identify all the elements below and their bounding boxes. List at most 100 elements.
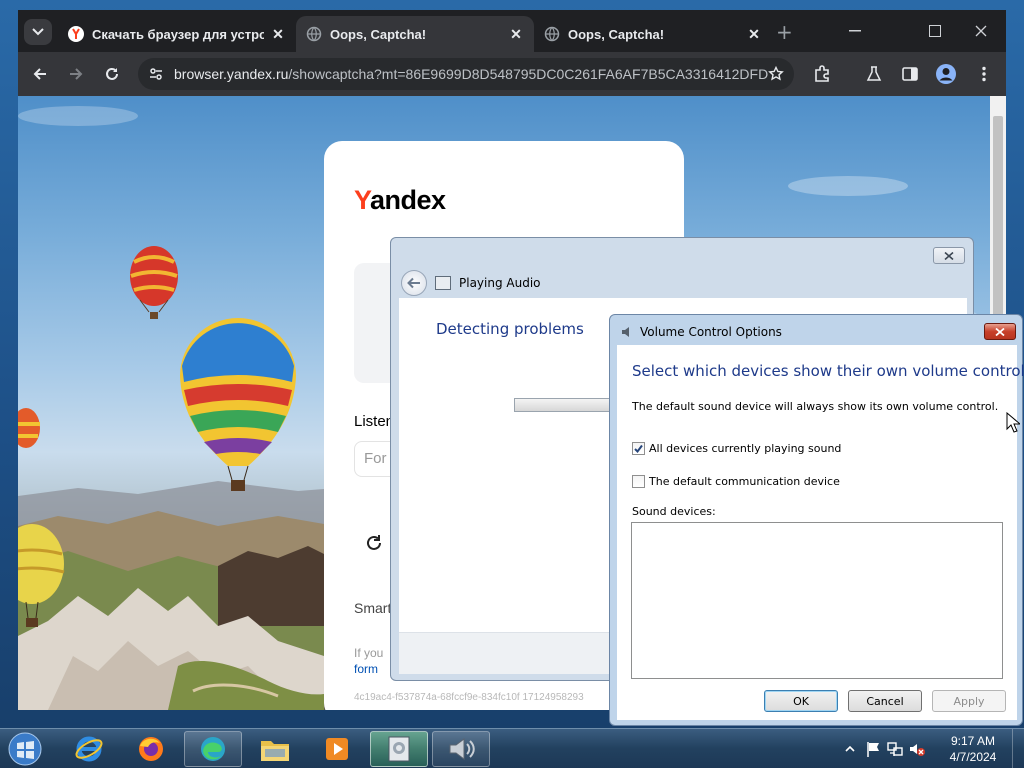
file-explorer-icon — [261, 741, 289, 761]
address-bar[interactable]: browser.yandex.ru/showcaptcha?mt=86E9699… — [138, 58, 794, 90]
globe-icon — [306, 26, 322, 42]
internet-explorer-icon — [75, 736, 103, 762]
forward-icon — [70, 68, 83, 80]
tab-captcha[interactable]: Oops, Captcha! ✕ — [534, 16, 772, 52]
url-domain: browser.yandex.ru — [174, 66, 289, 82]
back-button[interactable] — [401, 270, 427, 296]
close-icon — [944, 251, 954, 260]
profile-button[interactable] — [932, 60, 960, 88]
checkmark-icon — [634, 444, 643, 453]
volume-mixer-icon — [449, 738, 475, 760]
default-comm-device-label: The default communication device — [649, 475, 840, 488]
tab-close-icon[interactable]: ✕ — [270, 26, 286, 43]
labs-button[interactable] — [860, 60, 888, 88]
taskbar-media-player[interactable] — [308, 731, 366, 767]
cancel-button[interactable]: Cancel — [848, 690, 922, 712]
volume-muted-icon[interactable] — [908, 740, 926, 758]
apply-button[interactable]: Apply — [932, 690, 1006, 712]
minimize-button[interactable] — [838, 20, 872, 42]
maximize-button[interactable] — [918, 20, 952, 42]
feedback-form-link[interactable]: form — [354, 662, 378, 676]
site-info-icon[interactable] — [148, 66, 164, 82]
sound-devices-list[interactable] — [631, 522, 1003, 679]
all-devices-checkbox[interactable] — [632, 442, 645, 455]
action-center-flag-icon[interactable] — [864, 740, 882, 758]
taskbar-edge[interactable] — [184, 731, 242, 767]
yandex-logo: Yandex — [354, 185, 446, 215]
firefox-icon — [139, 737, 163, 761]
tab-yandex-download[interactable]: Скачать браузер для устройс ✕ — [58, 16, 296, 52]
tab-close-icon[interactable]: ✕ — [508, 26, 524, 43]
back-arrow-icon — [407, 277, 420, 289]
speaker-icon — [622, 327, 629, 337]
extensions-icon — [815, 65, 829, 82]
start-orb-icon — [8, 732, 42, 766]
url-path: /showcaptcha?mt=86E9699D8D548795DC0C261F… — [288, 66, 768, 82]
browser-toolbar: browser.yandex.ru/showcaptcha?mt=86E9699… — [18, 52, 1006, 96]
troubleshooter-close-button[interactable] — [933, 247, 965, 264]
show-desktop-button[interactable] — [1012, 729, 1024, 768]
media-player-icon — [326, 738, 348, 760]
dialog-title-bar: Volume Control Options — [610, 315, 1022, 345]
side-panel-button[interactable] — [896, 60, 924, 88]
all-devices-checkbox-row[interactable]: All devices currently playing sound — [632, 442, 841, 455]
browser-menu-button[interactable] — [970, 60, 998, 88]
profile-icon — [936, 64, 956, 84]
ok-button[interactable]: OK — [764, 690, 838, 712]
menu-icon — [982, 66, 986, 82]
default-comm-device-checkbox-row[interactable]: The default communication device — [632, 475, 840, 488]
url-text: browser.yandex.ru/showcaptcha?mt=86E9699… — [174, 66, 768, 82]
tab-search-button[interactable] — [24, 19, 52, 45]
dialog-note: The default sound device will always sho… — [632, 400, 999, 413]
detecting-problems-text: Detecting problems — [436, 320, 584, 338]
reload-icon — [106, 67, 118, 80]
system-tray — [842, 729, 926, 768]
reload-button[interactable] — [98, 60, 126, 88]
refresh-icon — [367, 535, 381, 550]
dialog-heading: Select which devices show their own volu… — [632, 362, 1024, 380]
clock-date: 4/7/2024 — [949, 750, 997, 764]
yandex-favicon — [68, 26, 84, 42]
smartcaptcha-text: Smart — [354, 600, 392, 616]
tab-captcha-active[interactable]: Oops, Captcha! ✕ — [296, 16, 534, 52]
taskbar-internet-explorer[interactable] — [60, 731, 118, 767]
taskbar: 9:17 AM 4/7/2024 — [0, 728, 1024, 768]
show-hidden-icons-chevron[interactable] — [842, 741, 858, 757]
mouse-cursor-icon — [1006, 412, 1020, 433]
troubleshooter-header: Playing Audio — [401, 270, 541, 296]
taskbar-volume-mixer[interactable] — [432, 731, 490, 767]
tab-title: Скачать браузер для устройс — [92, 26, 264, 42]
chevron-down-icon — [32, 28, 44, 36]
tab-title: Oops, Captcha! — [568, 26, 665, 42]
troubleshooter-title: Playing Audio — [459, 276, 541, 290]
close-window-button[interactable] — [964, 20, 998, 42]
back-button[interactable] — [26, 60, 54, 88]
back-icon — [33, 68, 46, 80]
forward-button[interactable] — [62, 60, 90, 88]
default-comm-device-checkbox[interactable] — [632, 475, 645, 488]
edge-icon — [201, 737, 225, 761]
taskbar-firefox[interactable] — [122, 731, 180, 767]
dialog-body: Select which devices show their own volu… — [617, 345, 1024, 720]
side-panel-icon — [902, 67, 918, 81]
new-tab-button[interactable]: + — [776, 22, 793, 42]
dialog-close-button[interactable] — [984, 323, 1016, 340]
troubleshooter-icon — [388, 736, 410, 762]
dialog-title: Volume Control Options — [640, 325, 782, 339]
bookmark-star-icon[interactable] — [768, 66, 784, 82]
clock[interactable]: 9:17 AM 4/7/2024 — [944, 733, 1002, 765]
taskbar-troubleshooter[interactable] — [370, 731, 428, 767]
refresh-captcha-button[interactable] — [364, 533, 384, 553]
maximize-icon — [929, 25, 941, 37]
start-button[interactable] — [0, 731, 50, 767]
minimize-icon — [849, 30, 861, 32]
troubleshooter-app-icon — [435, 276, 451, 290]
extensions-button[interactable] — [808, 60, 836, 88]
volume-control-options-dialog: Volume Control Options Select which devi… — [609, 314, 1024, 726]
tab-close-icon[interactable]: ✕ — [746, 26, 762, 43]
taskbar-file-explorer[interactable] — [246, 731, 304, 767]
labs-icon — [866, 66, 882, 81]
network-icon[interactable] — [886, 740, 904, 758]
help-text: If you — [354, 646, 384, 660]
all-devices-label: All devices currently playing sound — [649, 442, 842, 455]
